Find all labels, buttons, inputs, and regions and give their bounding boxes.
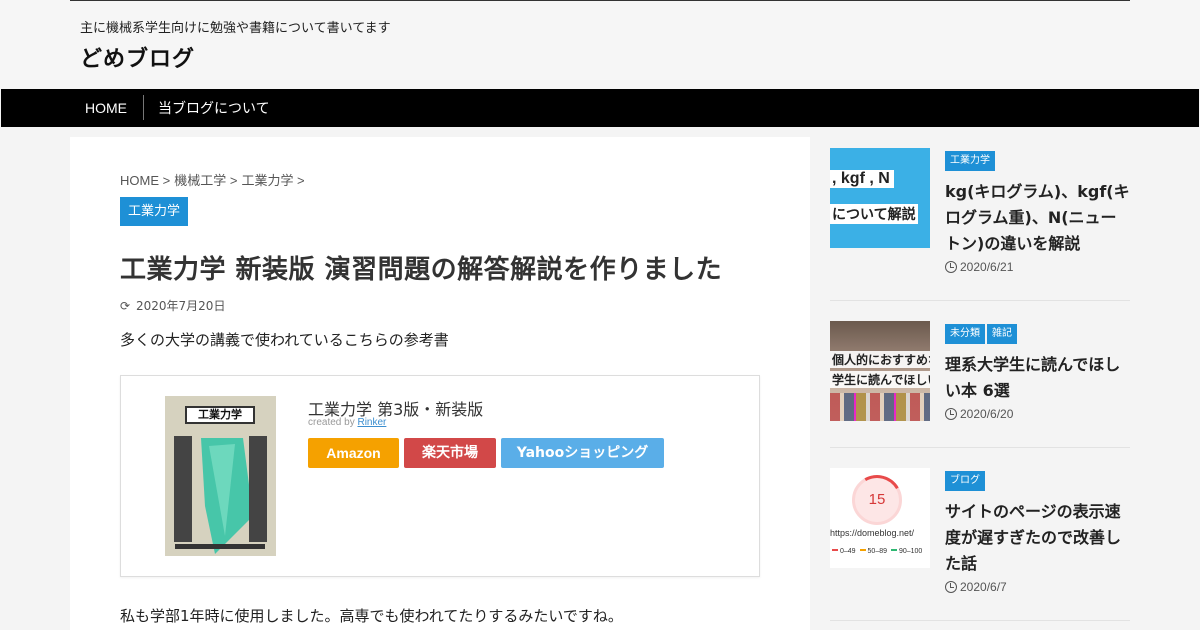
- rakuten-button[interactable]: 楽天市場: [404, 438, 496, 468]
- clock-icon: [945, 408, 957, 420]
- sidebar-post-title[interactable]: kg(キログラム)、kgf(キログラム重)、N(ニュートン)の違いを解説: [945, 179, 1130, 257]
- site-title[interactable]: どめブログ: [80, 41, 195, 73]
- thumbnail-bookshelf: [830, 393, 930, 421]
- sidebar-post-date-text: 2020/6/7: [960, 580, 1007, 594]
- breadcrumb-mech[interactable]: 機械工学 >: [174, 173, 237, 188]
- score-value: 15: [868, 491, 886, 508]
- thumbnail-url: https://domeblog.net/: [830, 528, 915, 538]
- amazon-button[interactable]: Amazon: [308, 438, 399, 468]
- post-categories: ブログ: [945, 468, 987, 491]
- category-tag[interactable]: 雑記: [987, 324, 1017, 344]
- credit-prefix: created by: [308, 417, 355, 428]
- sidebar-post-date-text: 2020/6/20: [960, 407, 1014, 421]
- category-badge[interactable]: 工業力学: [120, 197, 189, 226]
- divider: [830, 620, 1130, 621]
- site-tagline: 主に機械系学生向けに勉強や書籍について書いてます: [80, 21, 391, 36]
- legend-low: 0–49: [840, 548, 856, 555]
- sidebar-post-date-text: 2020/6/21: [960, 260, 1014, 274]
- header-top-line: [70, 0, 1130, 1]
- thumbnail-text: 個人的におすすめな: [830, 351, 930, 368]
- article-card: HOME > 機械工学 > 工業力学 > 工業力学 工業力学 新装版 演習問題の解答…: [70, 137, 810, 630]
- body-paragraph: 私も学部1年時に使用しました。高専でも使われてたりするみたいですね。: [120, 607, 623, 625]
- sidebar-post-date: 2020/6/20: [945, 407, 1013, 421]
- product-credit: created by Rinker: [308, 417, 386, 428]
- post-categories: 未分類 雑記: [945, 321, 1019, 344]
- post-thumbnail[interactable]: , kgf , N について解説: [830, 148, 930, 248]
- post-thumbnail[interactable]: 個人的におすすめな 学生に読んでほしい: [830, 321, 930, 421]
- yahoo-shopping-button[interactable]: Yahooショッピング: [501, 438, 664, 468]
- post-date: ⟳ 2020年7月20日: [120, 297, 225, 314]
- product-box: 工業力学 工業力学 第3版・新装版 created by Rinker Amaz…: [120, 375, 760, 577]
- sidebar-post-title[interactable]: サイトのページの表示速度が遅すぎたので改善した話: [945, 499, 1130, 577]
- nav-item-home[interactable]: HOME: [85, 89, 127, 127]
- rinker-link[interactable]: Rinker: [357, 417, 386, 428]
- divider: [830, 447, 1130, 448]
- sidebar-post-date: 2020/6/21: [945, 260, 1013, 274]
- sidebar-post-title[interactable]: 理系大学生に読んでほしい本 6選: [945, 352, 1130, 404]
- nav-separator: [143, 95, 144, 120]
- book-cover-label: 工業力学: [185, 406, 255, 424]
- breadcrumb-home[interactable]: HOME >: [120, 173, 170, 188]
- post-thumbnail[interactable]: 15 https://domeblog.net/ 0–49 50–89 90–1…: [830, 468, 930, 568]
- book-cover-strip: [175, 544, 265, 549]
- legend-mid: 50–89: [867, 548, 887, 555]
- main-nav: HOME 当ブログについて: [1, 89, 1199, 127]
- thumbnail-text: について解説: [830, 204, 918, 224]
- book-cover-image[interactable]: 工業力学: [165, 396, 276, 556]
- clock-icon: [945, 581, 957, 593]
- breadcrumb-industrial[interactable]: 工業力学 >: [241, 173, 304, 188]
- clock-icon: [945, 261, 957, 273]
- category-tag[interactable]: 未分類: [945, 324, 985, 344]
- refresh-icon: ⟳: [120, 299, 131, 313]
- breadcrumb: HOME > 機械工学 > 工業力学 >: [120, 170, 309, 189]
- site-header: 主に機械系学生向けに勉強や書籍について書いてます どめブログ: [0, 0, 1200, 89]
- nav-item-about[interactable]: 当ブログについて: [158, 89, 270, 127]
- legend-high: 90–100: [898, 548, 923, 555]
- divider: [830, 300, 1130, 301]
- post-date-text: 2020年7月20日: [136, 299, 226, 313]
- sidebar-post-date: 2020/6/7: [945, 580, 1007, 594]
- book-cover-bar-left: [174, 436, 192, 542]
- thumbnail-text: , kgf , N: [830, 170, 894, 188]
- category-tag[interactable]: 工業力学: [945, 151, 995, 171]
- thumbnail-text: 学生に読んでほしい: [830, 371, 930, 388]
- book-cover-bar-right: [249, 436, 267, 542]
- score-legend: 0–49 50–89 90–100: [830, 548, 922, 555]
- post-title: 工業力学 新装版 演習問題の解答解説を作りました: [120, 255, 723, 285]
- intro-paragraph: 多くの大学の講義で使われているこちらの参考書: [120, 331, 449, 349]
- category-tag[interactable]: ブログ: [945, 471, 985, 491]
- post-categories: 工業力学: [945, 148, 997, 171]
